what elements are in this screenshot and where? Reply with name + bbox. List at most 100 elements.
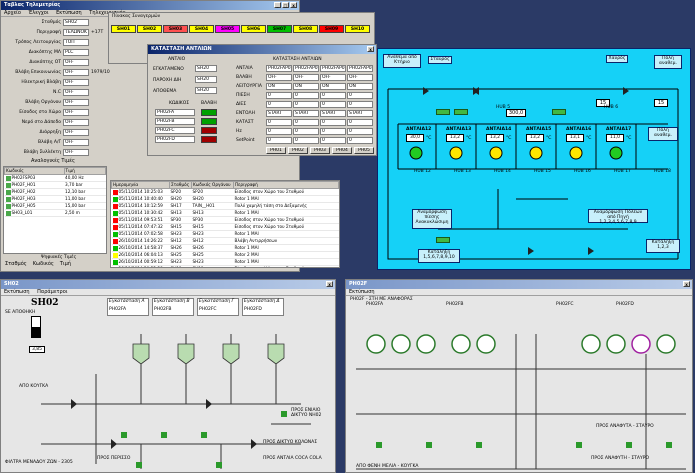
minimize-icon[interactable]: _ (274, 2, 281, 8)
ph02f-group-label: PH02FB (446, 302, 464, 307)
ph02f-pump-icon[interactable] (391, 334, 411, 354)
log-row[interactable]: 26/10/2014 06:04:13 SH25 SH25 Rotor 2 ΜΑΙ (111, 251, 339, 259)
digital-col-value[interactable]: Τιμή (60, 261, 71, 269)
field-value: SH02 (63, 19, 89, 26)
pump-command-button[interactable]: PH04 (332, 147, 352, 154)
ph02f-pump-icon[interactable] (476, 334, 496, 354)
log-row[interactable]: 26/10/2014 14:58:37 SH26 SH26 Rotor 1 ΜΑΙ (111, 244, 339, 252)
menu-file[interactable]: Αρχείο (4, 10, 21, 16)
status-square-icon (5, 182, 11, 188)
log-row[interactable]: 05/11/2014 07:02:58 SH23 SH23 Rotor 1 ΜΑΙ (111, 230, 339, 238)
log-station: SP30 (169, 216, 192, 224)
pump-grid-cell: 0 (293, 101, 319, 108)
alarm-square-icon (112, 259, 118, 265)
station-tab[interactable]: SH01 (111, 25, 136, 33)
close-icon[interactable]: x (290, 2, 297, 8)
sh02-menu-print[interactable]: Εκτύπωση (4, 289, 30, 295)
digital-col-code[interactable]: Κωδικός (33, 261, 54, 269)
pump-command-button[interactable]: PH01 (266, 147, 286, 154)
station-tab[interactable]: SH04 (189, 25, 214, 33)
ph02f-pump-icon[interactable] (451, 334, 471, 354)
log-row[interactable]: 05/11/2014 10:25:03 SP20 SP20 Είσοδος στον … (111, 188, 339, 196)
log-col-station[interactable]: Σταθμός (169, 181, 192, 189)
installation-panel-title: Εγκατάσταση Γ (199, 299, 234, 304)
analog-row[interactable]: PH02F_H02 12,10 bar (4, 188, 106, 196)
pump-name: ΑΝΤΛΙΑ13 (446, 127, 472, 132)
log-desc: Είσοδος στον Χώρο του Σταθμού (233, 216, 339, 224)
analog-col-code[interactable]: Κωδικός (4, 167, 65, 175)
pump-status-icon[interactable] (609, 146, 623, 160)
log-row[interactable]: 26/10/2014 20:22:28SH11SH11Είσοδος στον … (111, 265, 339, 267)
ph02f-menu-print[interactable]: Εκτύπωση (349, 289, 375, 295)
station-tab[interactable]: SH02 (137, 25, 162, 33)
maximize-icon[interactable]: □ (282, 2, 289, 8)
pump-name: ΑΝΤΛΙΑ14 (486, 127, 512, 132)
pump-grid-row-label: ΛΕΙΤΟΥΡΓΙΑ (236, 84, 262, 89)
station-tab[interactable]: SH07 (267, 25, 292, 33)
pump-command-button[interactable]: PH05 (354, 147, 374, 154)
log-row[interactable]: 26/10/2014 14:26:22 SH12 SH12 Βλάβη Αντιρρή… (111, 237, 339, 245)
pump-command-button[interactable]: PH02 (288, 147, 308, 154)
ph02f-pump-icon[interactable] (581, 334, 601, 354)
ph02f-titlebar: PH02F x (346, 280, 692, 289)
pump-name: ΑΝΤΛΙΑ16 (566, 127, 592, 132)
close-icon[interactable]: x (326, 281, 333, 287)
analog-row[interactable]: SH03_L01 2,50 m (4, 209, 106, 217)
pump-status-icon[interactable] (529, 146, 543, 160)
analog-row[interactable]: PH02FSP03 40,00 Hz (4, 174, 106, 182)
main-window-titlebar: Ταβλας Τηλεμετρίας _ □ x (1, 1, 299, 10)
status-field-list: Σταθμός SH02 Περιγραφή ΤΕΛΩΝΟΚΤ +17T Τρόπος Λ… (1, 19, 110, 159)
ph02f-pump-icon[interactable] (366, 334, 386, 354)
ph02f-pump-icon[interactable] (631, 334, 651, 354)
log-code: SH20 (191, 195, 234, 203)
pump-left-value: SH20 (195, 65, 217, 72)
log-station: SH12 (169, 237, 192, 245)
analog-row[interactable]: PH02F_H05 15,00 bar (4, 202, 106, 210)
station-tab[interactable]: SH09 (319, 25, 344, 33)
alarm-square-icon (112, 231, 118, 237)
ph02f-pump-icon[interactable] (606, 334, 626, 354)
log-row[interactable]: 05/11/2014 10:12:59 SH17 TAIN__H01 Πολύ χαμ… (111, 202, 339, 210)
close-icon[interactable]: x (683, 281, 690, 287)
menu-checks[interactable]: Έλεγχοι (29, 10, 49, 16)
close-icon[interactable]: x (367, 46, 374, 52)
hub-label: HUB 15 (534, 169, 551, 174)
station-tab[interactable]: SH08 (293, 25, 318, 33)
log-station: SH26 (169, 244, 192, 252)
sh02-menu-params[interactable]: Παράμετροι (37, 289, 67, 295)
log-row[interactable]: 05/11/2014 09:53:51 SP30 SP30 Είσοδος στον … (111, 216, 339, 224)
pump-fault-header: ΒΛΑΒΗ (201, 101, 217, 106)
log-date-text: 26/10/2014 06:04:13 (118, 252, 163, 257)
analog-code: PH02F_H05 (4, 202, 65, 210)
pump-status-icon[interactable] (569, 146, 583, 160)
menu-print[interactable]: Εκτύπωση (56, 10, 82, 16)
ph02f-pump-icon[interactable] (416, 334, 436, 354)
ph02f-schematic-svg (356, 334, 686, 470)
log-row[interactable]: 26/10/2014 00:59:12 SH23 SH23 Rotor 1 ΜΑΙ (111, 258, 339, 266)
log-date: 05/11/2014 10:40:40 (111, 195, 170, 203)
pump-grid-cell: 0 (320, 92, 346, 99)
log-row[interactable]: 05/11/2014 07:47:32 SH15 SH15 Είσοδος στον … (111, 223, 339, 231)
log-row[interactable]: 05/11/2014 10:30:42 SH13 SH13 Rotor 1 ΜΑΙ (111, 209, 339, 217)
log-col-desc[interactable]: Περιγραφή (233, 181, 339, 189)
ph02f-pump-icon[interactable] (656, 334, 676, 354)
log-row[interactable]: 05/11/2014 10:40:40 SH20 SH20 Rotor 1 ΜΑΙ (111, 195, 339, 203)
station-tab[interactable]: SH03 (163, 25, 188, 33)
pump-status-icon[interactable] (449, 146, 463, 160)
analog-col-value[interactable]: Τιμή (63, 167, 107, 175)
log-col-code[interactable]: Κωδικός Οργάνου (191, 181, 234, 189)
analog-value: 40,00 Hz (64, 174, 106, 182)
analog-row[interactable]: PH02F_H01 3,70 bar (4, 181, 106, 189)
log-date: 05/11/2014 10:12:59 (111, 202, 170, 210)
pump-status-icon[interactable] (409, 146, 423, 160)
field-label: Ηλεκτρική Βλάβη (21, 80, 61, 85)
station-tab[interactable]: SH05 (215, 25, 240, 33)
pump-command-button[interactable]: PH03 (310, 147, 330, 154)
pump-status-icon[interactable] (489, 146, 503, 160)
station-tab[interactable]: SH06 (241, 25, 266, 33)
digital-col-station[interactable]: Σταθμός (5, 261, 27, 269)
log-col-date[interactable]: Ημερομηνία (111, 181, 170, 189)
station-tab[interactable]: SH10 (345, 25, 370, 33)
analog-row[interactable]: PH02F_H03 11,00 bar (4, 195, 106, 203)
field-value: ΤΟΠ (63, 39, 89, 46)
